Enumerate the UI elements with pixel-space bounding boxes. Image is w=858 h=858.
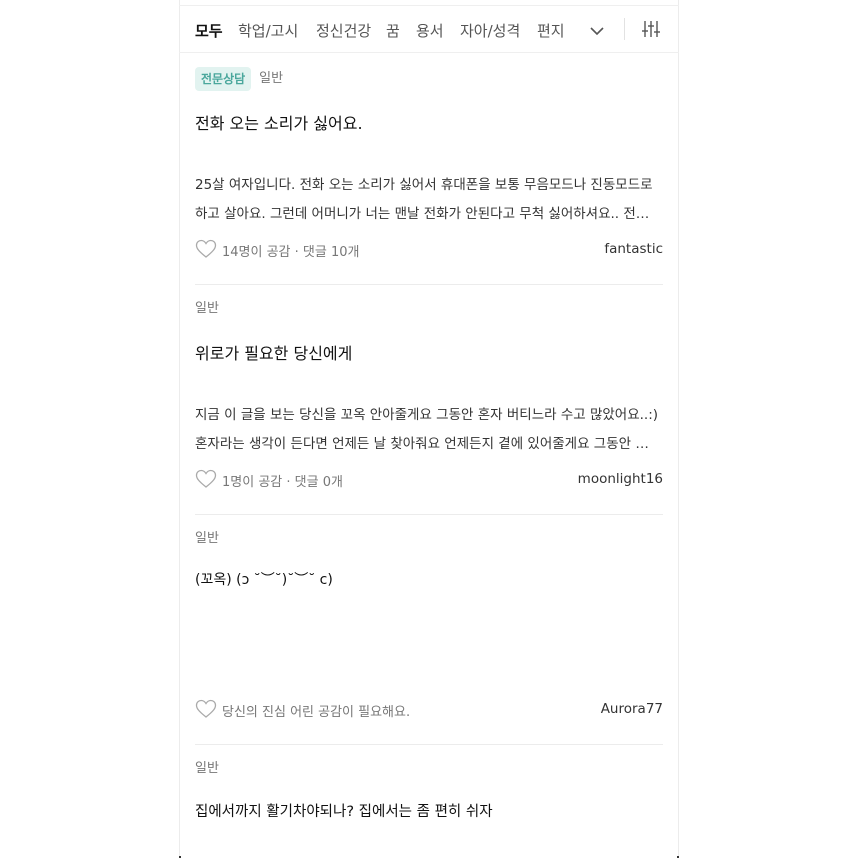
empathy-comment-count: 14명이 공감 · 댓글 10개 <box>222 245 360 260</box>
post-excerpt-line: 하고 살아요. 그런데 어머니가 너는 맨날 전화가 안된다고 무척 싫어하셔요… <box>195 206 650 222</box>
app-screen: 모두 학업/고시 정신건강 꿈 용서 자아/성격 편지 전문상담 일반 전화 오… <box>179 0 679 858</box>
author-name[interactable]: moonlight16 <box>578 471 663 487</box>
post-divider <box>195 514 663 515</box>
post-meta: 14명이 공감 · 댓글 10개 fantastic <box>195 239 663 261</box>
chevron-down-icon[interactable] <box>589 22 605 41</box>
heart-outline-icon[interactable] <box>195 469 217 493</box>
left-edge <box>179 0 180 858</box>
post-card[interactable]: 일반 위로가 필요한 당신에게 지금 이 글을 보는 당신을 꼬옥 안아줄게요 … <box>195 297 663 497</box>
post-excerpt-line: 지금 이 글을 보는 당신을 꼬옥 안아줄게요 그동안 혼자 버티느라 수고 많… <box>195 407 659 423</box>
category-label: 일반 <box>195 761 219 776</box>
post-meta: 당신의 진심 어린 공감이 필요해요. Aurora77 <box>195 699 663 721</box>
post-title[interactable]: 전화 오는 소리가 싫어요. <box>195 110 363 134</box>
tab-study-exam[interactable]: 학업/고시 <box>238 20 298 41</box>
tab-forgiveness[interactable]: 용서 <box>416 20 444 41</box>
post-title[interactable]: (꼬옥) (ↄ ˘︶˘)˘︶˘ c) <box>195 569 333 589</box>
post-title[interactable]: 집에서까지 활기차야되나? 집에서는 좀 편히 쉬자 <box>195 800 493 821</box>
post-title[interactable]: 위로가 필요한 당신에게 <box>195 340 352 364</box>
post-excerpt-line: 25살 여자입니다. 전화 오는 소리가 싫어서 휴대폰을 보통 무음모드나 진… <box>195 177 653 193</box>
sliders-icon[interactable] <box>641 19 661 43</box>
post-card[interactable]: 전문상담 일반 전화 오는 소리가 싫어요. 25살 여자입니다. 전화 오는 소… <box>195 67 663 267</box>
tab-self-personality[interactable]: 자아/성격 <box>460 20 520 41</box>
category-tab-bar: 모두 학업/고시 정신건강 꿈 용서 자아/성격 편지 <box>179 6 679 53</box>
empathy-comment-count: 1명이 공감 · 댓글 0개 <box>222 475 343 490</box>
author-name[interactable]: fantastic <box>604 241 663 257</box>
post-excerpt[interactable]: 25살 여자입니다. 전화 오는 소리가 싫어서 휴대폰을 보통 무음모드나 진… <box>195 171 663 229</box>
category-label: 일반 <box>259 71 284 86</box>
post-excerpt[interactable]: 지금 이 글을 보는 당신을 꼬옥 안아줄게요 그동안 혼자 버티느라 수고 많… <box>195 401 663 459</box>
post-meta: 1명이 공감 · 댓글 0개 moonlight16 <box>195 469 663 491</box>
tab-mental-health[interactable]: 정신건강 <box>316 20 371 41</box>
heart-outline-icon[interactable] <box>195 239 217 263</box>
tab-all[interactable]: 모두 <box>195 20 223 41</box>
empathy-prompt: 당신의 진심 어린 공감이 필요해요. <box>222 705 411 720</box>
post-excerpt-line: 혼자라는 생각이 든다면 언제든 날 찾아줘요 언제든지 곁에 있어줄게요 그동… <box>195 436 649 452</box>
post-badges: 일반 <box>195 527 219 551</box>
category-label: 일반 <box>195 301 219 316</box>
category-label: 일반 <box>195 531 219 546</box>
post-card[interactable]: 일반 (꼬옥) (ↄ ˘︶˘)˘︶˘ c) 당신의 진심 어린 공감이 필요해요… <box>195 527 663 727</box>
post-card[interactable]: 일반 집에서까지 활기차야되나? 집에서는 좀 편히 쉬자 <box>195 757 663 856</box>
tab-letter[interactable]: 편지 <box>537 20 565 41</box>
post-badges: 일반 <box>195 757 219 781</box>
heart-outline-icon[interactable] <box>195 699 217 723</box>
right-edge <box>678 0 679 858</box>
tab-dream[interactable]: 꿈 <box>386 20 400 41</box>
expert-counsel-badge: 전문상담 <box>195 67 252 91</box>
post-badges: 일반 <box>195 297 219 321</box>
post-divider <box>195 744 663 745</box>
author-name[interactable]: Aurora77 <box>601 701 663 717</box>
tab-divider <box>624 18 625 40</box>
post-badges: 전문상담 일반 <box>195 67 283 91</box>
post-divider <box>195 284 663 285</box>
